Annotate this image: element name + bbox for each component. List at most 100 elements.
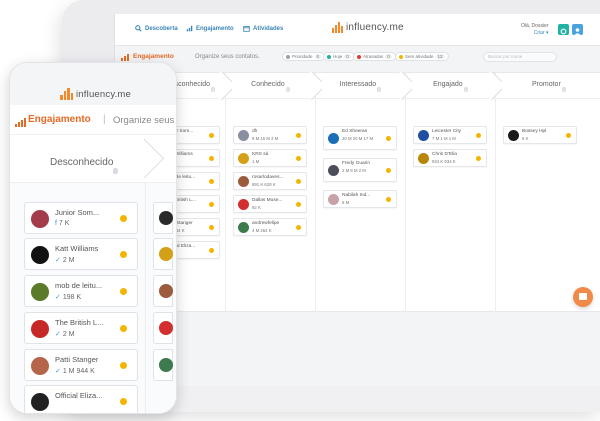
user-icon — [574, 28, 581, 35]
settings-button[interactable] — [558, 24, 569, 35]
column-header: Interessado3 — [316, 73, 405, 99]
column-label: Engajado — [433, 81, 463, 88]
avatar — [238, 176, 249, 187]
nav-engajamento[interactable]: Engajamento — [186, 25, 234, 32]
chevron-right-icon — [308, 72, 322, 100]
chevron-right-icon — [144, 135, 168, 183]
next-column-card[interactable] — [153, 275, 173, 307]
filter-sem-atividade[interactable]: Sem atividade 12 — [395, 52, 449, 61]
avatar — [328, 165, 339, 176]
influencer-card[interactable]: Nabilah Ind... 5 M — [323, 190, 397, 208]
avatar — [31, 357, 49, 375]
influencer-card[interactable]: Junior Som... f 7 K — [24, 202, 138, 234]
kanban-board: Desconhecido8 Junior Som...7 K Katt Will… — [115, 72, 600, 313]
filter-count: 0 — [314, 54, 322, 59]
card-name: Fredy Guarin — [342, 161, 370, 166]
laptop-bezel — [114, 386, 600, 412]
avatar — [159, 358, 173, 372]
influencer-card[interactable]: Ed Sheeran 20 M 20 M 17 M — [323, 126, 397, 150]
nav-atividades[interactable]: Atividades — [243, 25, 283, 32]
user-menu[interactable]: Olá, Dossier Criar ▾ — [521, 23, 549, 37]
phone-header: influency.me — [10, 63, 176, 105]
card-name: Dallas Muse... — [252, 198, 283, 203]
card-stats: 7 M 1 M 1 M — [432, 136, 456, 141]
influencer-card[interactable]: KRS sá 1 M — [233, 149, 307, 167]
column-header: Promotor1 — [496, 73, 600, 99]
column-count-badge: 2 — [463, 87, 468, 92]
filter-atrasadas[interactable]: Atrasadas 0 — [353, 52, 396, 61]
next-column-card[interactable] — [153, 349, 173, 381]
next-column-card[interactable] — [153, 238, 173, 270]
twitter-icon: ✓ — [55, 257, 61, 264]
nav-descoberta-label: Descoberta — [145, 25, 178, 32]
user-cta: Criar ▾ — [533, 30, 549, 36]
page-title: Engajamento — [28, 114, 91, 125]
bars-icon — [15, 118, 26, 127]
avatar — [31, 320, 49, 338]
nav-engajamento-label: Engajamento — [196, 25, 234, 32]
bars-icon — [121, 54, 129, 61]
influencer-card[interactable]: The British L... ✓ 2 M — [24, 312, 138, 344]
influencer-card[interactable]: Katt Williams ✓ 2 M — [24, 238, 138, 270]
phone-column-header: Desconhecido — [10, 135, 176, 183]
card-stats: 934 K 934 K — [432, 159, 456, 164]
card-stats-value: 7 K — [58, 220, 70, 227]
influencer-card[interactable]: dh 9 M 16 M 2 M — [233, 126, 307, 144]
influencer-card[interactable]: mob de leitu... ✓ 198 K — [24, 275, 138, 307]
card-name: mob de leitu... — [55, 281, 103, 290]
influencer-card[interactable]: Patti Stanger ✓ 1 M 944 K — [24, 349, 138, 381]
filter-prioridade[interactable]: Prioridade 0 — [282, 52, 326, 61]
next-column-card[interactable] — [153, 312, 173, 344]
card-stats-value: 2 M — [62, 257, 75, 264]
avatar — [328, 133, 339, 144]
bars-icon — [186, 25, 193, 32]
filter-hoje[interactable]: Hoje 0 — [323, 52, 355, 61]
status-dot — [296, 202, 301, 207]
column-interessado: Interessado3 Ed Sheeran 20 M 20 M 17 M Fr… — [316, 73, 406, 313]
influencer-card[interactable]: Fredy Guarin 2 M 6 M 2 M — [323, 158, 397, 182]
card-name: Bossey Hpl — [522, 129, 547, 134]
card-stats: 891 K 628 K — [252, 182, 276, 187]
column-engajado: Engajado2 Leicester City 7 M 1 M 1 M Chri… — [406, 73, 496, 313]
status-dot — [399, 54, 403, 59]
app-logo[interactable]: influency.me — [332, 22, 404, 33]
influencer-card[interactable]: rosarlodaves... 891 K 628 K — [233, 172, 307, 190]
influencer-card[interactable]: Official Eliza... — [24, 385, 138, 413]
status-dot — [120, 325, 127, 332]
card-stats: f 7 K — [55, 220, 69, 227]
influencer-card[interactable]: andrewfelipe 4 M 264 K — [233, 218, 307, 236]
user-greeting: Olá, Dossier — [521, 23, 549, 29]
card-stats: ✓ 198 K — [55, 293, 81, 301]
filter-label: Hoje — [333, 54, 343, 59]
avatar — [418, 130, 429, 141]
column-conhecido: Conhecido6 dh 9 M 16 M 2 M KRS sá 1 M rosa… — [226, 73, 316, 313]
phone-mockup: influency.me Engajamento | Organize seus… — [9, 62, 177, 414]
card-name: Katt Williams — [55, 244, 99, 253]
status-dot — [209, 202, 214, 207]
card-stats: ✓ 1 M 944 K — [55, 367, 95, 375]
influencer-card[interactable]: Dallas Muse... 92 K — [233, 195, 307, 213]
influencer-card[interactable]: Bossey Hpl 6 K — [503, 126, 577, 144]
filter-count: 0 — [385, 54, 392, 59]
influencer-card[interactable]: Leicester City 7 M 1 M 1 M — [413, 126, 487, 144]
engagement-subbar: Engajamento Organize seus contatos. Prio… — [115, 46, 600, 68]
nav-descoberta[interactable]: Descoberta — [135, 25, 178, 32]
calendar-icon — [243, 25, 250, 32]
next-column-card[interactable] — [153, 202, 173, 234]
filter-label: Prioridade — [292, 54, 313, 59]
status-dot — [120, 288, 127, 295]
avatar — [159, 284, 173, 298]
avatar — [31, 210, 49, 228]
twitter-icon: ✓ — [55, 331, 61, 338]
card-stats-value: 1 M 944 K — [62, 368, 95, 375]
column-promotor: Promotor1 Bossey Hpl 6 K — [496, 73, 600, 313]
logo-bars-icon — [332, 22, 343, 33]
search-input[interactable]: Buscar por nome — [483, 52, 557, 62]
influencer-card[interactable]: Chris D'Elia 934 K 934 K — [413, 149, 487, 167]
page-title: Engajamento — [133, 53, 174, 60]
phone-app-logo[interactable]: influency.me — [60, 88, 131, 100]
status-dot — [209, 156, 214, 161]
chat-support-button[interactable] — [573, 287, 593, 307]
top-navigation: Descoberta Engajamento Atividades influe… — [115, 14, 600, 46]
profile-button[interactable] — [572, 24, 583, 35]
